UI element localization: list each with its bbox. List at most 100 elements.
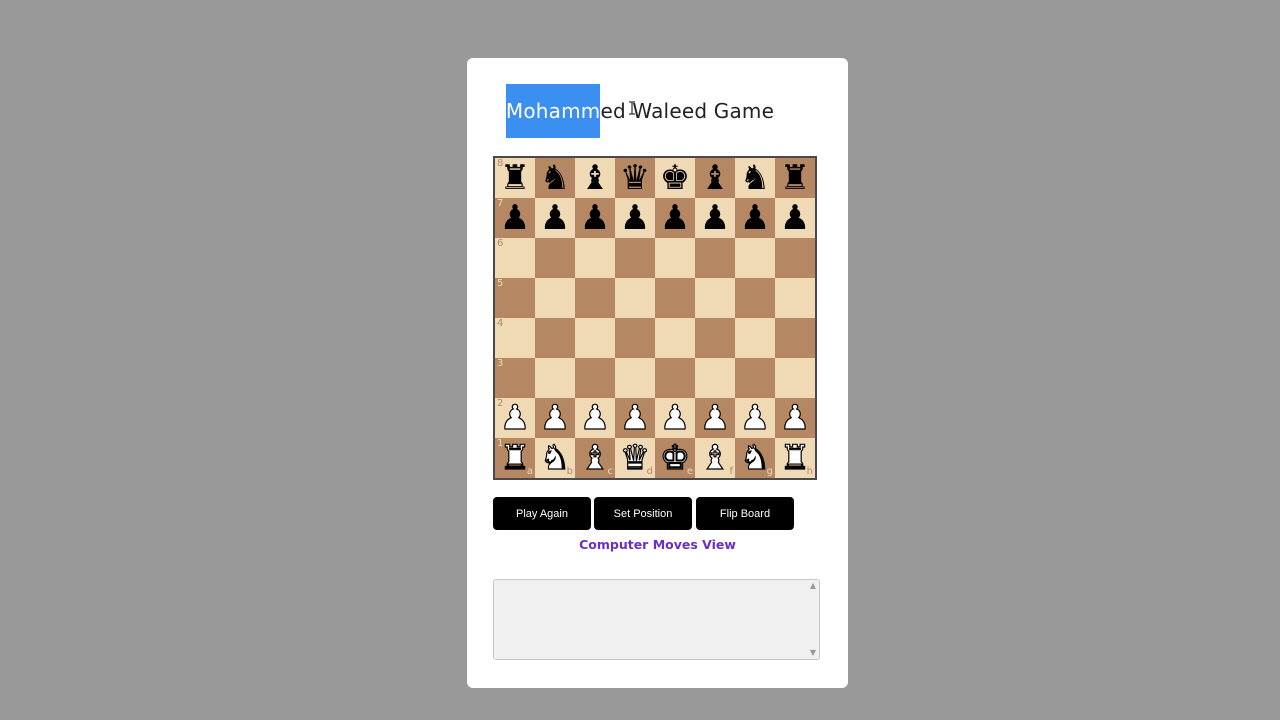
- square-d5[interactable]: [615, 278, 655, 318]
- white-pawn-icon[interactable]: ♟: [779, 397, 811, 438]
- square-e6[interactable]: [655, 238, 695, 278]
- square-a3[interactable]: 3: [495, 358, 535, 398]
- square-g5[interactable]: [735, 278, 775, 318]
- black-pawn-icon[interactable]: ♟: [500, 198, 530, 238]
- scroll-down-icon[interactable]: ▼: [809, 649, 817, 657]
- white-bishop-icon[interactable]: ♝: [699, 437, 731, 478]
- white-pawn-icon[interactable]: ♟: [659, 397, 691, 438]
- white-pawn-icon[interactable]: ♟: [699, 397, 731, 438]
- square-d4[interactable]: [615, 318, 655, 358]
- square-c5[interactable]: [575, 278, 615, 318]
- square-e5[interactable]: [655, 278, 695, 318]
- square-b2[interactable]: ♟: [535, 397, 575, 439]
- square-g6[interactable]: [735, 238, 775, 278]
- white-pawn-icon[interactable]: ♟: [579, 397, 611, 438]
- square-f7[interactable]: ♟: [695, 198, 735, 238]
- chess-board[interactable]: 8 ♜ ♞ ♝ ♛ ♚ ♝ ♞ ♜ 7 ♟ ♟ ♟ ♟ ♟ ♟ ♟ ♟ 6 5 4 3 2 ♟ ♟ ♟ ♟ ♟ ♟ ♟ ♟ 1 a ♜ b ♞ c ♝ d ♛…: [493, 156, 817, 480]
- square-c2[interactable]: ♟: [575, 397, 615, 439]
- square-f5[interactable]: [695, 278, 735, 318]
- square-g8[interactable]: ♞: [735, 158, 775, 198]
- scroll-up-icon[interactable]: ▲: [809, 582, 817, 590]
- flip-board-button[interactable]: Flip Board: [696, 497, 794, 530]
- square-f2[interactable]: ♟: [695, 397, 735, 439]
- black-pawn-icon[interactable]: ♟: [660, 198, 690, 238]
- square-b3[interactable]: [535, 358, 575, 398]
- square-f1[interactable]: f ♝: [695, 437, 735, 479]
- square-d7[interactable]: ♟: [615, 198, 655, 238]
- play-again-button[interactable]: Play Again: [493, 497, 591, 530]
- black-pawn-icon[interactable]: ♟: [620, 198, 650, 238]
- square-d2[interactable]: ♟: [615, 397, 655, 439]
- square-d3[interactable]: [615, 358, 655, 398]
- square-a5[interactable]: 5: [495, 278, 535, 318]
- square-b8[interactable]: ♞: [535, 158, 575, 198]
- square-h1[interactable]: h ♜: [775, 437, 815, 479]
- white-pawn-icon[interactable]: ♟: [739, 397, 771, 438]
- square-d6[interactable]: [615, 238, 655, 278]
- square-b1[interactable]: b ♞: [535, 437, 575, 479]
- square-b4[interactable]: [535, 318, 575, 358]
- square-h7[interactable]: ♟: [775, 198, 815, 238]
- square-c1[interactable]: c ♝: [575, 437, 615, 479]
- set-position-button[interactable]: Set Position: [594, 497, 692, 530]
- square-e2[interactable]: ♟: [655, 397, 695, 439]
- black-knight-icon[interactable]: ♞: [540, 158, 570, 198]
- square-d1[interactable]: d ♛: [615, 437, 655, 479]
- square-h4[interactable]: [775, 318, 815, 358]
- square-c6[interactable]: [575, 238, 615, 278]
- square-a7[interactable]: 7 ♟: [495, 198, 535, 238]
- square-h3[interactable]: [775, 358, 815, 398]
- square-g2[interactable]: ♟: [735, 397, 775, 439]
- square-e3[interactable]: [655, 358, 695, 398]
- square-e4[interactable]: [655, 318, 695, 358]
- square-h8[interactable]: ♜: [775, 158, 815, 198]
- white-bishop-icon[interactable]: ♝: [579, 437, 611, 478]
- square-d8[interactable]: ♛: [615, 158, 655, 198]
- white-pawn-icon[interactable]: ♟: [539, 397, 571, 438]
- square-c8[interactable]: ♝: [575, 158, 615, 198]
- black-pawn-icon[interactable]: ♟: [780, 198, 810, 238]
- square-h5[interactable]: [775, 278, 815, 318]
- square-a1[interactable]: 1 a ♜: [495, 437, 535, 479]
- square-b5[interactable]: [535, 278, 575, 318]
- black-pawn-icon[interactable]: ♟: [700, 198, 730, 238]
- computer-moves-view-link[interactable]: Computer Moves View: [467, 537, 848, 553]
- square-e7[interactable]: ♟: [655, 198, 695, 238]
- square-f4[interactable]: [695, 318, 735, 358]
- white-king-icon[interactable]: ♚: [659, 437, 691, 478]
- white-rook-icon[interactable]: ♜: [499, 437, 531, 478]
- square-g1[interactable]: g ♞: [735, 437, 775, 479]
- black-knight-icon[interactable]: ♞: [740, 158, 770, 198]
- square-g3[interactable]: [735, 358, 775, 398]
- square-a6[interactable]: 6: [495, 238, 535, 278]
- square-a8[interactable]: 8 ♜: [495, 158, 535, 198]
- square-a4[interactable]: 4: [495, 318, 535, 358]
- black-pawn-icon[interactable]: ♟: [740, 198, 770, 238]
- square-a2[interactable]: 2 ♟: [495, 397, 535, 439]
- square-b6[interactable]: [535, 238, 575, 278]
- black-bishop-icon[interactable]: ♝: [700, 158, 730, 198]
- black-rook-icon[interactable]: ♜: [780, 158, 810, 198]
- square-c4[interactable]: [575, 318, 615, 358]
- square-h6[interactable]: [775, 238, 815, 278]
- black-bishop-icon[interactable]: ♝: [580, 158, 610, 198]
- white-pawn-icon[interactable]: ♟: [619, 397, 651, 438]
- black-king-icon[interactable]: ♚: [660, 158, 690, 198]
- moves-output-textarea[interactable]: ▲ ▼: [493, 579, 820, 660]
- square-e8[interactable]: ♚: [655, 158, 695, 198]
- square-b7[interactable]: ♟: [535, 198, 575, 238]
- black-queen-icon[interactable]: ♛: [620, 158, 650, 198]
- white-pawn-icon[interactable]: ♟: [499, 397, 531, 438]
- square-h2[interactable]: ♟: [775, 397, 815, 439]
- square-g7[interactable]: ♟: [735, 198, 775, 238]
- black-rook-icon[interactable]: ♜: [500, 158, 530, 198]
- black-pawn-icon[interactable]: ♟: [580, 198, 610, 238]
- square-c3[interactable]: [575, 358, 615, 398]
- square-f8[interactable]: ♝: [695, 158, 735, 198]
- square-c7[interactable]: ♟: [575, 198, 615, 238]
- black-pawn-icon[interactable]: ♟: [540, 198, 570, 238]
- square-e1[interactable]: e ♚: [655, 437, 695, 479]
- square-g4[interactable]: [735, 318, 775, 358]
- white-rook-icon[interactable]: ♜: [779, 437, 811, 478]
- square-f6[interactable]: [695, 238, 735, 278]
